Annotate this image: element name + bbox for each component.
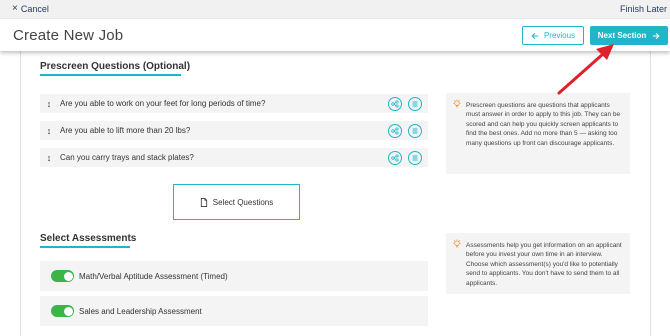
content-divider-right (650, 51, 651, 336)
page-title: Create New Job (13, 27, 124, 44)
assessments-section-title: Select Assessments (40, 233, 137, 248)
question-row[interactable]: ↕ Are you able to work on your feet for … (40, 94, 428, 113)
top-bar: × Cancel Finish Later (0, 0, 670, 19)
list-icon[interactable] (408, 96, 422, 111)
next-section-button[interactable]: Next Section (590, 26, 668, 45)
previous-label: Previous (543, 31, 576, 40)
previous-button[interactable]: Previous (522, 26, 584, 45)
list-icon[interactable] (408, 123, 422, 138)
question-text: Are you able to lift more than 20 lbs? (60, 126, 191, 135)
drag-handle-icon[interactable]: ↕ (40, 99, 58, 109)
assessment-label: Sales and Leadership Assessment (79, 306, 202, 316)
question-text: Can you carry trays and stack plates? (60, 153, 194, 162)
assessment-toggle[interactable] (51, 270, 74, 282)
select-questions-label: Select Questions (212, 197, 274, 207)
content-divider-left (20, 51, 21, 336)
scoring-icon[interactable] (388, 150, 402, 165)
question-row[interactable]: ↕ Are you able to lift more than 20 lbs? (40, 121, 428, 140)
prescreen-info-text: Prescreen questions are questions that a… (466, 102, 621, 147)
page-header: Create New Job Previous Next Section (0, 19, 670, 51)
arrow-right-icon (653, 32, 660, 39)
assessment-row: Sales and Leadership Assessment (40, 296, 428, 326)
next-section-label: Next Section (597, 31, 647, 40)
finish-later-link[interactable]: Finish Later (620, 4, 667, 14)
prescreen-info-box: Prescreen questions are questions that a… (446, 93, 630, 174)
cancel-label: Cancel (20, 4, 49, 14)
scoring-icon[interactable] (388, 96, 402, 111)
prescreen-title-text: Prescreen Questions (Optional) (40, 61, 191, 72)
arrow-left-icon (531, 32, 539, 39)
select-questions-button[interactable]: Select Questions (173, 184, 300, 220)
assessments-info-box: Assessments help you get information on … (446, 233, 630, 294)
assessments-info-text: Assessments help you get information on … (466, 242, 622, 287)
assessments-title-text: Select Assessments (40, 233, 137, 244)
scoring-icon[interactable] (388, 123, 402, 138)
title-underline (40, 74, 181, 76)
list-icon[interactable] (408, 150, 422, 165)
assessment-label: Math/Verbal Aptitude Assessment (Timed) (79, 271, 228, 281)
question-row[interactable]: ↕ Can you carry trays and stack plates? (40, 148, 428, 167)
drag-handle-icon[interactable]: ↕ (40, 126, 58, 136)
lightbulb-icon (453, 99, 461, 108)
assessment-toggle[interactable] (51, 305, 74, 317)
assessment-row: Math/Verbal Aptitude Assessment (Timed) (40, 261, 428, 291)
document-icon (200, 197, 207, 207)
drag-handle-icon[interactable]: ↕ (40, 153, 58, 163)
lightbulb-icon (453, 239, 461, 248)
title-underline (40, 246, 130, 248)
close-icon: × (12, 3, 18, 14)
prescreen-section-title: Prescreen Questions (Optional) (40, 61, 191, 76)
cancel-link[interactable]: × Cancel (12, 3, 49, 15)
question-text: Are you able to work on your feet for lo… (60, 99, 266, 108)
